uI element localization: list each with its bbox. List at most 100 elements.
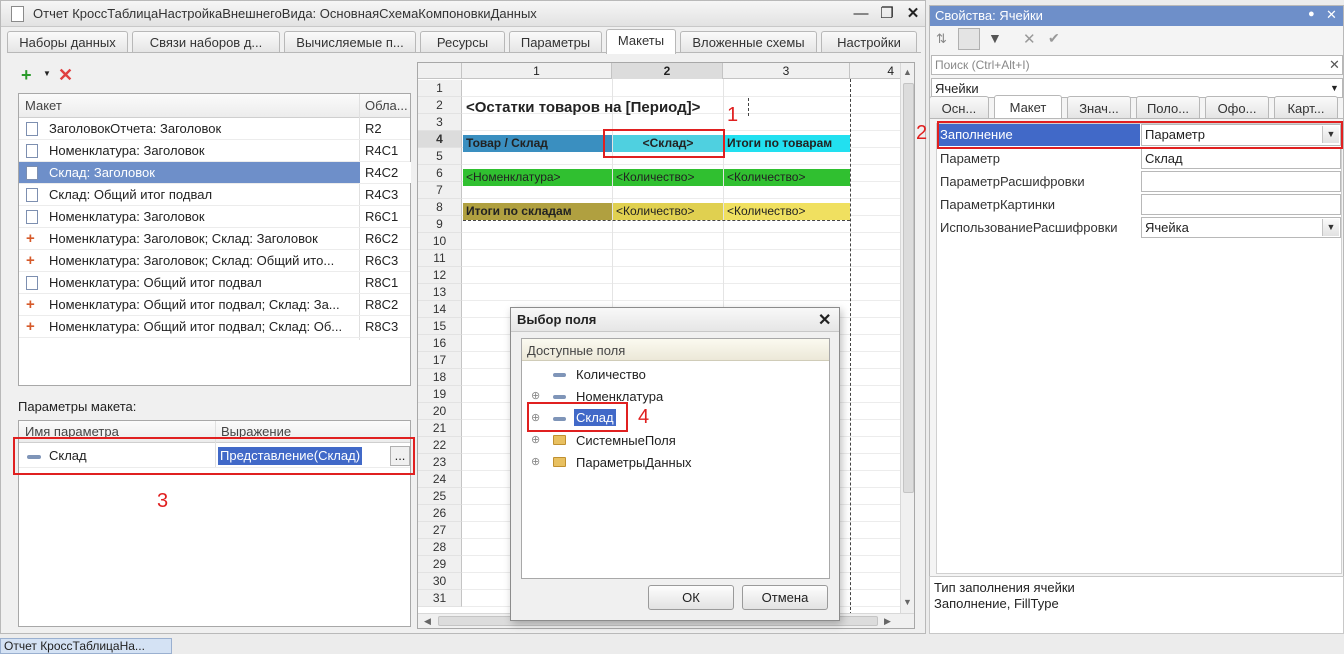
row-number[interactable]: 29 [418, 556, 462, 573]
row-number[interactable]: 14 [418, 301, 462, 318]
tab-layouts[interactable]: Макеты [606, 29, 676, 54]
tab-resources[interactable]: Ресурсы [420, 31, 505, 53]
parameter-field[interactable]: Склад [1141, 148, 1341, 169]
close-icon[interactable]: ✕ [1326, 7, 1337, 23]
list-item[interactable]: Номенклатура: Заголовок R4C1 [19, 140, 410, 162]
row-number[interactable]: 12 [418, 267, 462, 284]
tab-values[interactable]: Знач... [1067, 96, 1131, 118]
close-icon[interactable]: ✕ [903, 4, 923, 24]
clear-icon[interactable]: ✕ [1329, 57, 1340, 73]
chevron-down-icon[interactable]: ▼ [1322, 219, 1339, 236]
row-number[interactable]: 24 [418, 471, 462, 488]
expand-icon[interactable]: ⊕ [531, 433, 540, 446]
list-item[interactable]: Склад: Заголовок R4C2 [19, 162, 411, 184]
col-header[interactable]: 1 [462, 63, 612, 79]
categories-icon[interactable] [958, 28, 980, 50]
cell-r8c2[interactable]: <Количество> [613, 203, 723, 220]
pin-icon[interactable]: ● [1308, 8, 1315, 20]
row-number[interactable]: 2 [418, 97, 462, 114]
row-number[interactable]: 7 [418, 182, 462, 199]
vertical-scrollbar[interactable]: ▲ ▼ [900, 63, 914, 613]
scroll-up-icon[interactable]: ▲ [903, 67, 913, 77]
cancel-button[interactable]: Отмена [742, 585, 828, 610]
row-number[interactable]: 1 [418, 80, 462, 97]
row-number[interactable]: 11 [418, 250, 462, 267]
delete-icon[interactable]: ✕ [1023, 30, 1036, 48]
tab-layout[interactable]: Макет [994, 95, 1062, 119]
list-item[interactable]: + Номенклатура: Общий итог подвал; Склад:… [19, 316, 410, 338]
row-number[interactable]: 9 [418, 216, 462, 233]
row-number[interactable]: 26 [418, 505, 462, 522]
row-number[interactable]: 6 [418, 165, 462, 182]
cell-r6c1[interactable]: <Номенклатура> [463, 169, 612, 186]
minimize-button[interactable]: — [851, 4, 871, 24]
tab-picture[interactable]: Карт... [1274, 96, 1338, 118]
row-number[interactable]: 18 [418, 369, 462, 386]
tree-item[interactable]: ⊕ СистемныеПоля [522, 430, 829, 451]
tab-calculated[interactable]: Вычисляемые п... [284, 31, 416, 53]
col-header[interactable]: 4 [850, 63, 900, 79]
cell-r6c3[interactable]: <Количество> [724, 169, 850, 186]
cell-r4c1[interactable]: Товар / Склад [463, 135, 612, 152]
cell-r8c3[interactable]: <Количество> [724, 203, 850, 220]
taskbar-window-button[interactable]: Отчет КроссТаблицаНа... [0, 638, 172, 654]
chevron-down-icon[interactable]: ▼ [43, 69, 51, 78]
props-search-input[interactable]: Поиск (Ctrl+Alt+I) ✕ [931, 55, 1343, 75]
tree-item[interactable]: Количество [522, 364, 829, 385]
row-number[interactable]: 19 [418, 386, 462, 403]
restore-icon[interactable]: ❐ [877, 4, 897, 24]
tab-nested-schemas[interactable]: Вложенные схемы [680, 31, 817, 53]
row-number[interactable]: 25 [418, 488, 462, 505]
filter-icon[interactable]: ▼ [988, 30, 1002, 46]
row-number[interactable]: 17 [418, 352, 462, 369]
expand-icon[interactable]: ⊕ [531, 455, 540, 468]
tab-links[interactable]: Связи наборов д... [132, 31, 280, 53]
row-number[interactable]: 28 [418, 539, 462, 556]
row-number[interactable]: 5 [418, 148, 462, 165]
picture-parameter-field[interactable] [1141, 194, 1341, 215]
sort-az-icon[interactable]: ⇅ [936, 31, 947, 47]
list-item[interactable]: ЗаголовокОтчета: Заголовок R2 [19, 118, 410, 140]
tab-datasets[interactable]: Наборы данных [7, 31, 128, 53]
row-number[interactable]: 31 [418, 590, 462, 607]
tab-settings[interactable]: Настройки [821, 31, 917, 53]
scroll-down-icon[interactable]: ▼ [903, 597, 912, 607]
chevron-down-icon[interactable]: ▼ [1330, 83, 1339, 93]
tab-parameters[interactable]: Параметры [509, 31, 602, 53]
list-item[interactable]: + Номенклатура: Общий итог подвал; Склад:… [19, 294, 410, 316]
delete-icon[interactable]: ✕ [58, 65, 73, 86]
col-header[interactable]: 2 [612, 63, 723, 79]
list-item[interactable]: Склад: Общий итог подвал R4C3 [19, 184, 410, 206]
add-layout-icon[interactable]: + [21, 65, 41, 85]
scroll-left-icon[interactable]: ◀ [424, 616, 431, 627]
col-header[interactable]: 3 [723, 63, 850, 79]
tab-main[interactable]: Осн... [929, 96, 989, 118]
row-number[interactable]: 4 [418, 131, 462, 148]
row-number[interactable]: 27 [418, 522, 462, 539]
tab-format[interactable]: Офо... [1205, 96, 1269, 118]
row-number[interactable]: 30 [418, 573, 462, 590]
close-icon[interactable]: ✕ [818, 310, 831, 330]
row-number[interactable]: 21 [418, 420, 462, 437]
cell-r8c1[interactable]: Итоги по складам [463, 203, 612, 220]
ok-button[interactable]: ОК [648, 585, 734, 610]
list-item[interactable]: Номенклатура: Общий итог подвал R8C1 [19, 272, 410, 294]
row-number[interactable]: 20 [418, 403, 462, 420]
row-number[interactable]: 8 [418, 199, 462, 216]
list-item[interactable]: + Номенклатура: Заголовок; Склад: Общий и… [19, 250, 410, 272]
row-number[interactable]: 22 [418, 437, 462, 454]
scroll-right-icon[interactable]: ▶ [884, 616, 891, 627]
tree-item[interactable]: ⊕ ПараметрыДанных [522, 452, 829, 473]
check-icon[interactable]: ✔ [1048, 30, 1060, 47]
details-usage-select[interactable]: Ячейка ▼ [1141, 217, 1341, 238]
cell-r6c2[interactable]: <Количество> [613, 169, 723, 186]
scroll-thumb[interactable] [903, 83, 914, 493]
expand-icon[interactable]: ⊕ [531, 389, 540, 402]
tab-position[interactable]: Поло... [1136, 96, 1200, 118]
report-title-cell[interactable]: <Остатки товаров на [Период]> [466, 98, 700, 118]
row-number[interactable]: 16 [418, 335, 462, 352]
list-item[interactable]: Номенклатура: Заголовок R6C1 [19, 206, 410, 228]
row-number[interactable]: 3 [418, 114, 462, 131]
list-item[interactable]: + Номенклатура: Заголовок; Склад: Заголов… [19, 228, 410, 250]
row-number[interactable]: 23 [418, 454, 462, 471]
